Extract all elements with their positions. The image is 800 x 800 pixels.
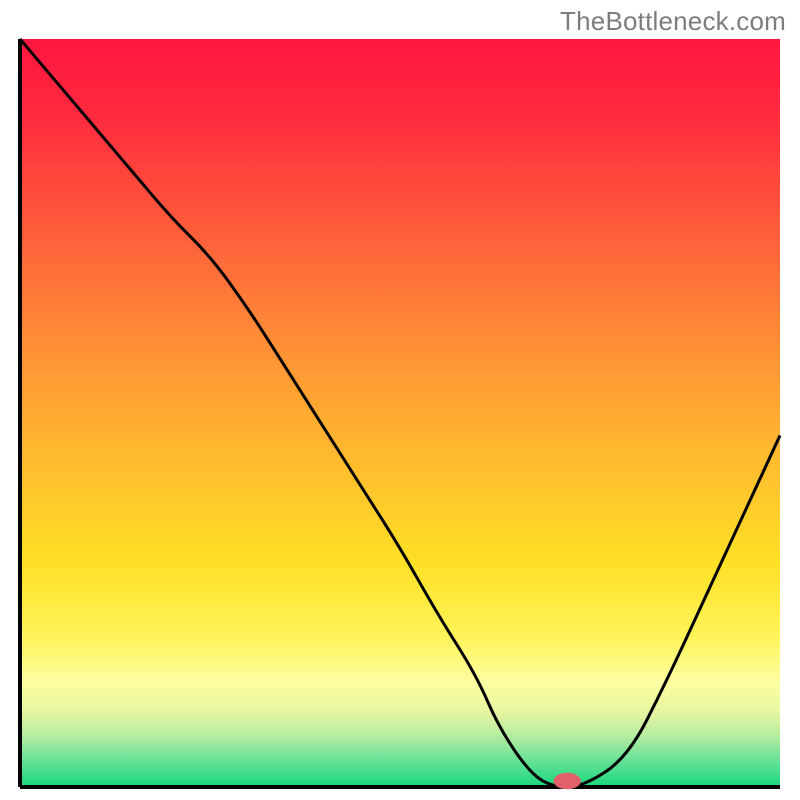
- gradient-background: [20, 39, 780, 787]
- optimal-marker: [554, 773, 581, 789]
- chart-container: TheBottleneck.com: [0, 0, 800, 800]
- bottleneck-chart: [0, 0, 800, 800]
